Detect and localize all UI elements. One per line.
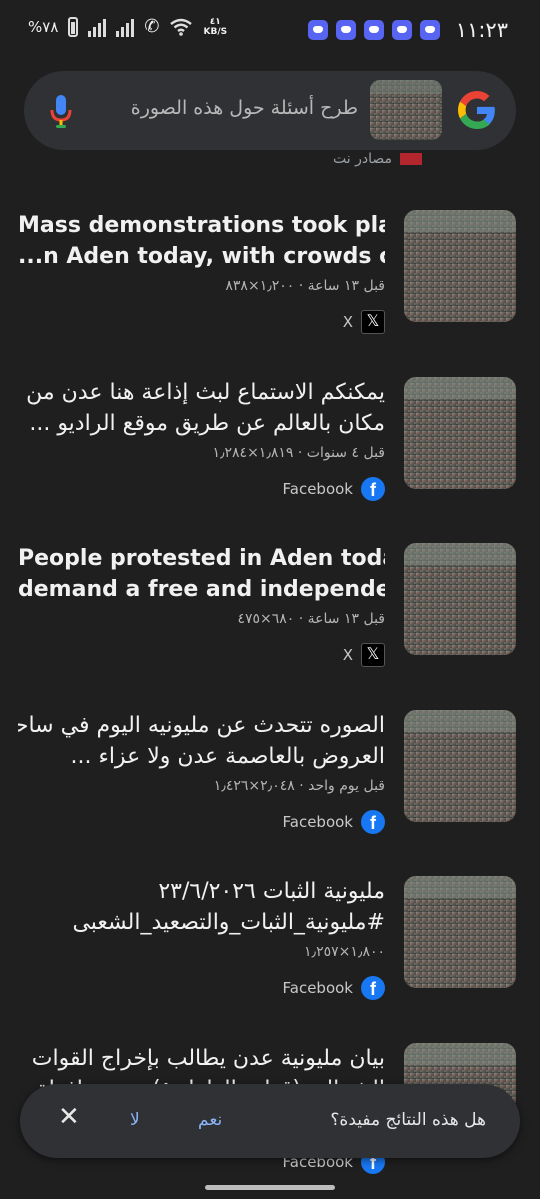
- close-icon[interactable]: ✕: [58, 1102, 80, 1132]
- speed-unit: KB/S: [203, 26, 228, 37]
- mic-icon[interactable]: [48, 93, 74, 129]
- facebook-icon: f: [361, 810, 385, 834]
- discord-icon: [364, 20, 384, 40]
- signal-icon-2: [116, 17, 135, 37]
- feedback-yes-button[interactable]: نعم: [198, 1110, 222, 1130]
- result-title[interactable]: مليونية الثبات ٢٣/٦/٢٠٢٦ #مليونية_الثبات…: [18, 876, 385, 938]
- feedback-bar: هل هذه النتائج مفيدة؟ نعم لا ✕: [20, 1084, 520, 1158]
- result-title-line: demand a free and independent ...: [18, 577, 385, 602]
- result-source[interactable]: X 𝕏: [343, 643, 385, 667]
- speed-value: ٤١: [209, 16, 221, 27]
- search-placeholder[interactable]: طرح أسئلة حول هذه الصورة: [131, 97, 358, 119]
- result-thumbnail[interactable]: [404, 543, 516, 655]
- result-thumbnail[interactable]: [404, 377, 516, 489]
- search-bar[interactable]: طرح أسئلة حول هذه الصورة: [24, 71, 516, 150]
- source-name: X: [342, 646, 353, 664]
- discord-icon: [392, 20, 412, 40]
- result-title-line: مكان بالعالم عن طريق موقع الراديو ...: [29, 411, 385, 436]
- result-title-line: الصوره تتحدث عن مليونيه اليوم في ساحه: [18, 713, 385, 738]
- result-title[interactable]: People protested in Aden today to demand…: [18, 543, 385, 605]
- battery-icon: [68, 16, 79, 37]
- sources-text: مصادر نت: [333, 151, 392, 167]
- result-thumbnail[interactable]: [404, 710, 516, 822]
- result-item[interactable]: People protested in Aden today to demand…: [0, 543, 540, 683]
- source-name: Facebook: [282, 979, 353, 997]
- result-meta: قبل ٤ سنوات · ١٫٨١٩×١٫٢٨٤: [212, 445, 385, 461]
- notification-icons: [308, 20, 440, 40]
- result-title[interactable]: Mass demonstrations took place ...n Aden…: [18, 210, 385, 272]
- result-meta: ١٫٨٠٠×١٫٢٥٧: [304, 944, 385, 960]
- clock: ١١:٢٣: [455, 18, 508, 42]
- result-source[interactable]: X 𝕏: [343, 310, 385, 334]
- facebook-icon: f: [361, 477, 385, 501]
- result-title-line: العروض بالعاصمة عدن ولا عزاء ...: [70, 744, 386, 769]
- result-source[interactable]: Facebook f: [283, 477, 385, 501]
- discord-icon: [336, 20, 356, 40]
- x-logo-icon: 𝕏: [361, 310, 385, 334]
- result-meta: قبل ١٣ ساعة · ٦٨٠×٤٧٥: [237, 611, 385, 627]
- result-title-line: ...n Aden today, with crowds calling: [18, 244, 385, 269]
- result-item[interactable]: Mass demonstrations took place ...n Aden…: [0, 210, 540, 350]
- result-title[interactable]: الصوره تتحدث عن مليونيه اليوم في ساحه ال…: [18, 710, 385, 772]
- signal-icon: [88, 17, 107, 37]
- network-speed: ٤١ KB/S: [203, 17, 227, 37]
- gesture-handle[interactable]: [205, 1185, 335, 1190]
- feedback-no-button[interactable]: لا: [130, 1110, 140, 1130]
- sources-label: مصادر نت: [333, 151, 422, 167]
- result-title-line: بيان مليونية عدن يطالب بإخراج القوات: [31, 1046, 385, 1071]
- status-bar: %٧٨ ✆ ٤١ KB/S ١١:٢٣: [0, 0, 540, 62]
- wifi-icon: [170, 18, 193, 36]
- result-item[interactable]: يمكنكم الاستماع لبث إذاعة هنا عدن من أي …: [0, 377, 540, 517]
- discord-icon: [308, 20, 328, 40]
- source-name: X: [342, 313, 353, 331]
- result-title-line: Mass demonstrations took place: [18, 213, 385, 238]
- wifi-call-icon: ✆: [144, 16, 160, 37]
- result-item[interactable]: مليونية الثبات ٢٣/٦/٢٠٢٦ #مليونية_الثبات…: [0, 876, 540, 1016]
- result-title-line: مليونية الثبات ٢٣/٦/٢٠٢٦: [158, 879, 385, 904]
- result-item[interactable]: الصوره تتحدث عن مليونيه اليوم في ساحه ال…: [0, 710, 540, 850]
- source-name: Facebook: [282, 480, 353, 498]
- result-meta: قبل يوم واحد · ٢٫٠٤٨×١٫٤٢٦: [213, 778, 385, 794]
- result-title[interactable]: يمكنكم الاستماع لبث إذاعة هنا عدن من أي …: [18, 377, 385, 439]
- result-title-line: People protested in Aden today to: [18, 546, 385, 571]
- facebook-icon: f: [361, 976, 385, 1000]
- google-logo-icon[interactable]: [458, 91, 496, 129]
- query-image-thumbnail[interactable]: [370, 80, 442, 140]
- result-title-line: يمكنكم الاستماع لبث إذاعة هنا عدن من أي: [18, 380, 385, 405]
- result-thumbnail[interactable]: [404, 876, 516, 988]
- result-title-line: #مليونية_الثبات_والتصعيد_الشعبى: [72, 910, 385, 935]
- feedback-question: هل هذه النتائج مفيدة؟: [330, 1110, 486, 1130]
- battery-percent: %٧٨: [28, 17, 59, 36]
- site-favicon-icon: [400, 153, 422, 165]
- result-source[interactable]: Facebook f: [283, 976, 385, 1000]
- result-meta: قبل ١٣ ساعة · ١٫٢٠٠×٨٣٨: [225, 278, 385, 294]
- result-source[interactable]: Facebook f: [283, 810, 385, 834]
- result-thumbnail[interactable]: [404, 210, 516, 322]
- discord-icon: [420, 20, 440, 40]
- x-logo-icon: 𝕏: [361, 643, 385, 667]
- status-left-group: %٧٨ ✆ ٤١ KB/S: [28, 16, 227, 37]
- source-name: Facebook: [282, 813, 353, 831]
